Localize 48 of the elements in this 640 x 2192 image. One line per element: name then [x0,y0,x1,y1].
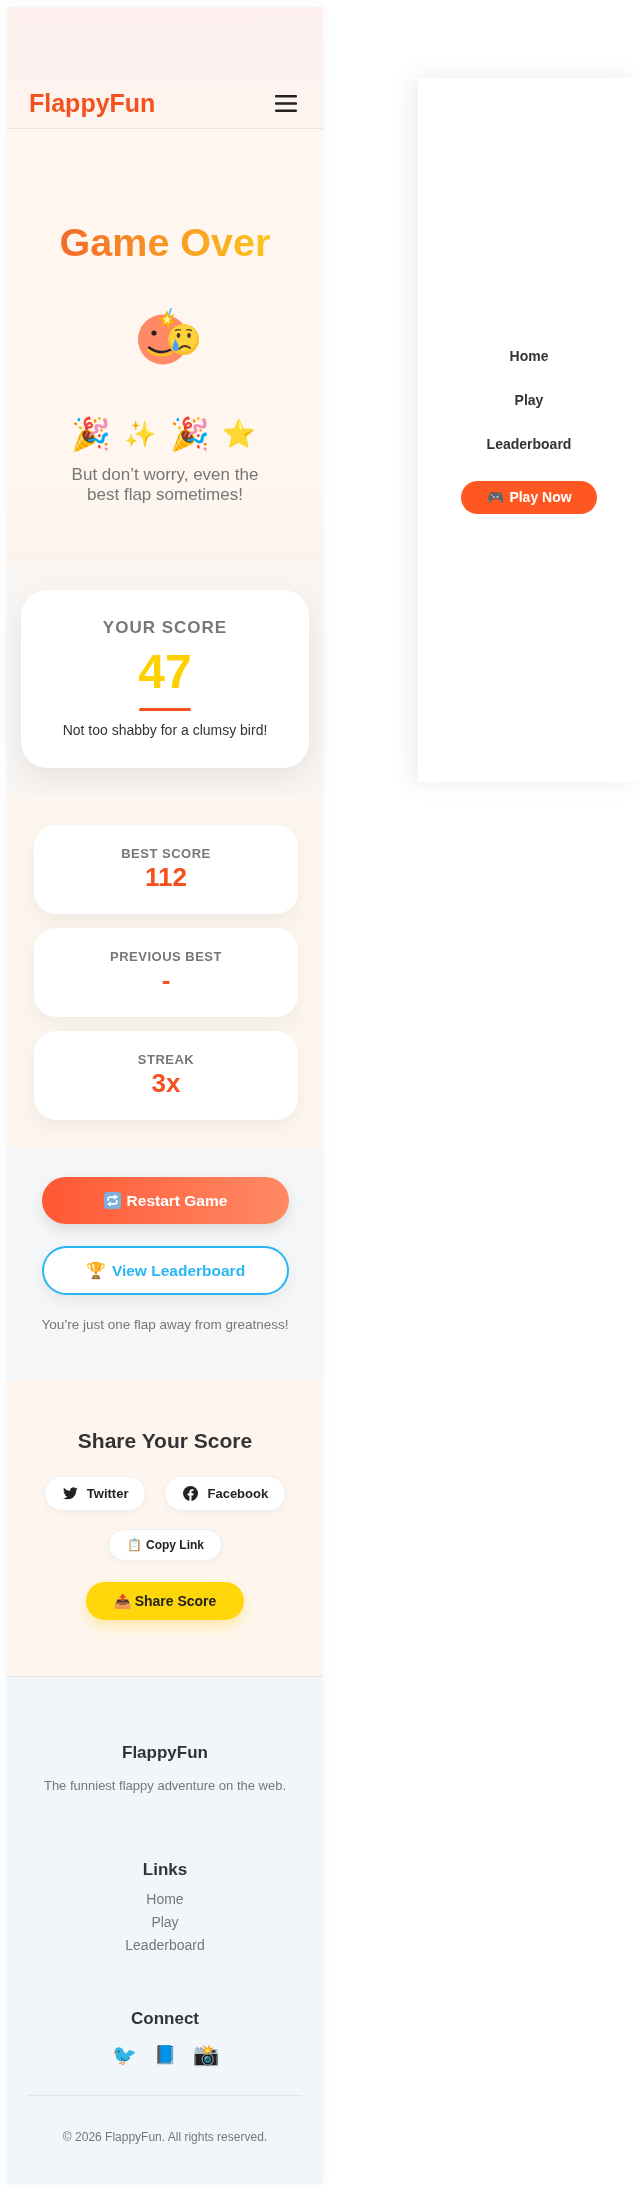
social-share-button[interactable]: Facebook [164,1476,287,1511]
footer-heading: Links [142,1860,188,1880]
menu-icon[interactable] [275,95,297,112]
accent-bar [139,708,191,711]
crying-face-icon [138,308,200,366]
bird-icon [62,1486,78,1501]
trophy-icon: 🏆 [85,1261,106,1280]
play-now-button[interactable]: 🎮 Play Now [461,480,597,514]
encouragement-text: But don’t worry, even the best flap sometimes! [70,465,260,504]
stat-value: - [161,965,171,995]
clipboard-icon: 📋 [127,1538,142,1552]
footer-heading: Connect [131,2009,199,2029]
refresh-icon [103,1192,121,1209]
party-popper-icon: 🎉 [71,414,110,454]
restart-button[interactable]: Restart Game [42,1177,289,1224]
footer-link[interactable]: Home [146,1888,184,1911]
stat-label: BEST SCORE [121,845,211,862]
menu-link[interactable]: Leaderboard [486,434,572,453]
circle-f-icon [183,1486,199,1501]
score-comment: Not too shabby for a clumsy bird! [62,721,268,739]
footer-tagline: The funniest flappy adventure on the web. [43,1778,287,1794]
share-title: Share Your Score [77,1428,253,1454]
sparkles-icon: ✨ [121,414,160,454]
party-popper-icon: 🎉 [170,414,209,454]
copy-link-button[interactable]: 📋 Copy Link [108,1529,222,1561]
share-score-button[interactable]: 📤 Share Score [85,1582,245,1620]
footer-link[interactable]: Leaderboard [125,1934,205,1957]
score-label: YOUR SCORE [102,618,228,638]
social-share-button[interactable]: Twitter [43,1476,147,1511]
bird-icon[interactable]: 🐦 [111,2041,137,2069]
book-icon[interactable]: 📘 [152,2041,178,2069]
menu-link[interactable]: Home [509,346,549,365]
stat-value: 112 [145,862,187,892]
star-icon: ⭐ [220,414,259,454]
copyright-text: © 2026 FlappyFun. All rights reserved. [62,2130,268,2145]
stat-value: 3x [151,1068,181,1098]
camera-flash-icon[interactable]: 📸 [193,2041,219,2069]
leaderboard-button[interactable]: 🏆 View Leaderboard [42,1246,289,1295]
footer-brand: FlappyFun [122,1743,208,1763]
stat-label: PREVIOUS BEST [110,948,222,965]
game-controller-icon: 🎮 [487,489,505,505]
motivation-text: You’re just one flap away from greatness! [40,1316,290,1334]
score-value: 47 [138,648,192,696]
outbox-tray-icon: 📤 [113,1593,131,1609]
stat-label: STREAK [137,1051,195,1068]
menu-link[interactable]: Play [514,390,544,409]
footer-link[interactable]: Play [151,1911,179,1934]
brand-logo[interactable]: FlappyFun [29,90,156,117]
